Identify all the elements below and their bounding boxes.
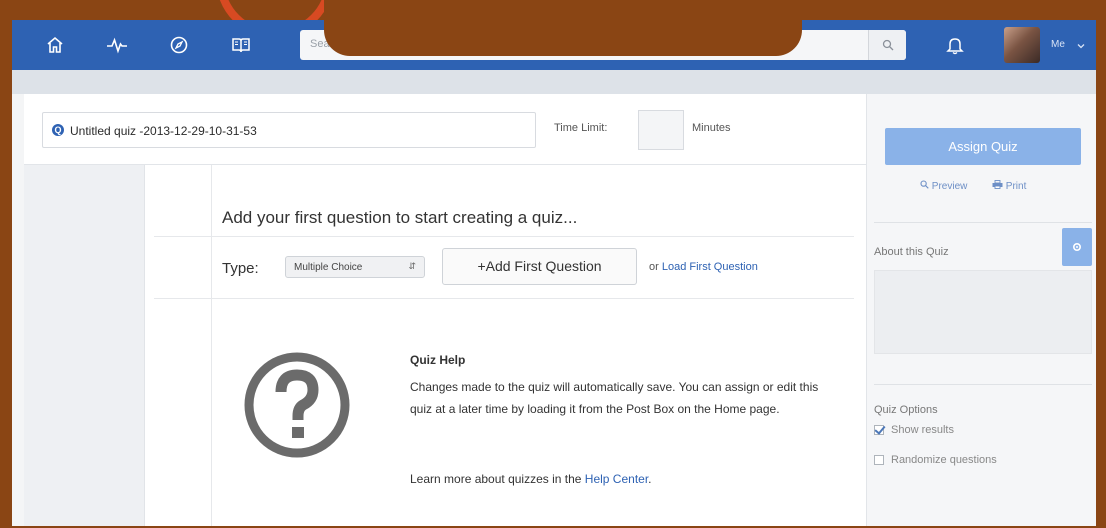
option-label: Randomize questions bbox=[891, 454, 997, 466]
book-icon[interactable] bbox=[228, 32, 254, 58]
gear-icon bbox=[1072, 242, 1082, 252]
app-window: Search Me Q Untitled quiz -2013-12-29-10… bbox=[12, 20, 1096, 526]
help-more-suffix: . bbox=[648, 472, 652, 486]
sub-header-bar bbox=[12, 70, 1096, 94]
search-icon bbox=[882, 39, 893, 51]
printer-icon bbox=[992, 180, 1003, 189]
help-more-row: Learn more about quizzes in the Help Cen… bbox=[410, 472, 652, 486]
avatar[interactable] bbox=[1004, 27, 1040, 63]
or-text: or bbox=[649, 261, 659, 273]
assign-quiz-button[interactable]: Assign Quiz bbox=[885, 128, 1081, 165]
question-type-select[interactable]: Multiple Choice ⇵ bbox=[285, 256, 425, 278]
activity-icon[interactable] bbox=[104, 32, 130, 58]
search-button[interactable] bbox=[868, 30, 906, 60]
quiz-title-field[interactable]: Q Untitled quiz -2013-12-29-10-31-53 bbox=[42, 112, 536, 148]
divider bbox=[874, 222, 1092, 223]
quiz-options-label: Quiz Options bbox=[874, 404, 938, 416]
annotation-overlay-panel bbox=[324, 0, 802, 56]
option-show-results[interactable]: Show results bbox=[874, 424, 954, 436]
option-label: Show results bbox=[891, 424, 954, 436]
home-icon[interactable] bbox=[42, 32, 68, 58]
bell-icon[interactable] bbox=[942, 32, 968, 58]
quiz-title: Untitled quiz -2013-12-29-10-31-53 bbox=[70, 124, 257, 138]
randomize-questions-checkbox[interactable] bbox=[874, 455, 884, 465]
quiz-header: Q Untitled quiz -2013-12-29-10-31-53 Tim… bbox=[24, 94, 866, 165]
question-mark-icon bbox=[242, 350, 352, 465]
add-question-heading: Add your first question to start creatin… bbox=[222, 208, 578, 227]
help-body: Changes made to the quiz will automatica… bbox=[410, 380, 819, 416]
type-label: Type: bbox=[222, 260, 259, 277]
question-type-value: Multiple Choice bbox=[294, 262, 363, 273]
left-gutter bbox=[24, 165, 145, 526]
help-title: Quiz Help bbox=[410, 353, 466, 367]
help-more-text: Learn more about quizzes in the bbox=[410, 472, 582, 486]
minutes-label: Minutes bbox=[692, 122, 731, 134]
load-first-question-link[interactable]: Load First Question bbox=[662, 261, 758, 273]
preview-label: Preview bbox=[931, 181, 968, 192]
load-question-row: or Load First Question bbox=[649, 261, 758, 273]
help-center-link[interactable]: Help Center bbox=[585, 472, 648, 486]
divider bbox=[154, 298, 854, 299]
time-limit-label: Time Limit: bbox=[554, 122, 608, 134]
quiz-icon: Q bbox=[52, 124, 64, 136]
edit-about-button[interactable] bbox=[1062, 228, 1092, 266]
add-first-question-button[interactable]: +Add First Question bbox=[442, 248, 637, 285]
divider bbox=[211, 165, 212, 526]
divider bbox=[154, 236, 854, 237]
select-arrows-icon: ⇵ bbox=[408, 261, 416, 271]
time-limit-field[interactable] bbox=[638, 110, 684, 150]
chevron-down-icon[interactable] bbox=[1076, 38, 1086, 56]
user-menu-label[interactable]: Me bbox=[1051, 39, 1065, 50]
about-quiz-label: About this Quiz bbox=[874, 246, 949, 258]
print-label: Print bbox=[1005, 181, 1027, 192]
divider bbox=[874, 384, 1092, 385]
compass-icon[interactable] bbox=[166, 32, 192, 58]
magnifier-icon bbox=[920, 180, 929, 189]
print-link[interactable]: Print bbox=[992, 180, 1026, 192]
about-quiz-textarea[interactable] bbox=[874, 270, 1092, 354]
show-results-checkbox[interactable] bbox=[874, 425, 884, 435]
option-randomize-questions[interactable]: Randomize questions bbox=[874, 454, 997, 466]
preview-link[interactable]: Preview bbox=[920, 180, 967, 192]
